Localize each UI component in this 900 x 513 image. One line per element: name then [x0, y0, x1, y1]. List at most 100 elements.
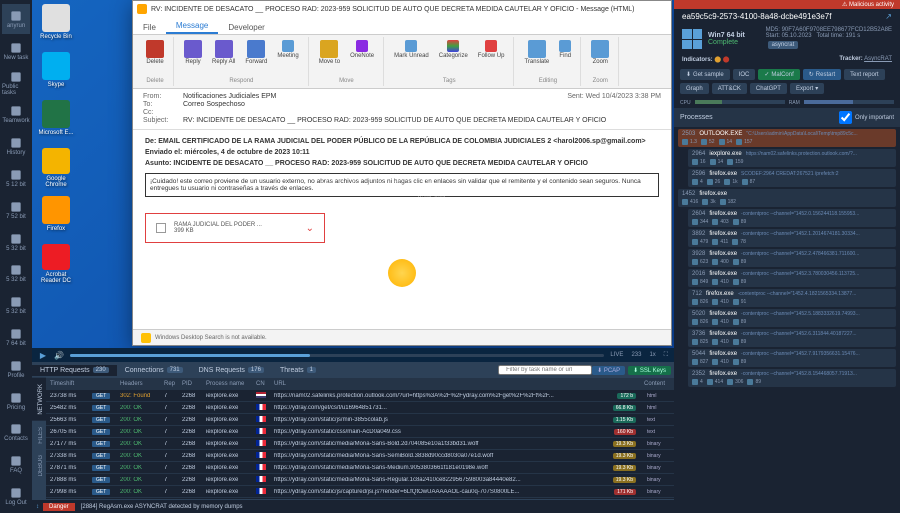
chevron-down-icon[interactable]: ⌄ — [306, 223, 314, 234]
process-item[interactable]: 2352firefox.exe-contentproc --channel="1… — [688, 369, 896, 387]
malicious-badge: ⚠ Malicious activity — [674, 0, 900, 9]
sidebar-item-pricing[interactable]: Pricing — [2, 386, 30, 416]
network-row[interactable]: 27888 msGET200: OK72268iexplore.exehttps… — [46, 474, 674, 486]
tag-asyncrat[interactable]: asyncrat — [768, 41, 799, 49]
sidebar-item-5-32-bit[interactable]: 5 32 bit — [2, 259, 30, 289]
tab-file[interactable]: File — [133, 21, 166, 34]
reply-button[interactable]: Reply — [181, 39, 205, 66]
process-item[interactable]: 2016firefox.exe-contentproc --channel="1… — [688, 269, 896, 287]
network-row[interactable]: 25482 msGET200: OK72268iexplore.exehttps… — [46, 402, 674, 414]
tab-connections[interactable]: Connections731 — [117, 365, 191, 376]
sidebar-item-anyrun[interactable]: anyrun — [2, 4, 30, 34]
processes-header: Processes Only important — [674, 108, 900, 127]
process-item[interactable]: 5020firefox.exe-contentproc --channel="1… — [688, 309, 896, 327]
malconf-button[interactable]: ✓ MalConf — [758, 69, 799, 80]
restart-button[interactable]: ↻ Restart — [803, 69, 841, 80]
process-item[interactable]: 2596firefox.exeSCODEF:2964 CREDAT:267521… — [688, 169, 896, 187]
sidebar-item-new-task[interactable]: New task — [2, 36, 30, 66]
play-button[interactable]: ▶ — [38, 350, 48, 360]
fullscreen-button[interactable]: ⛶ — [664, 352, 668, 359]
volume-button[interactable]: 🔊 — [54, 350, 64, 360]
media-bar: ▶ 🔊 LIVE 233 1x ⛶ — [32, 348, 674, 362]
onenote-button[interactable]: OneNote — [347, 39, 377, 66]
network-row[interactable]: 25663 msGET200: OK72268iexplore.exehttps… — [46, 414, 674, 426]
meeting-button[interactable]: Meeting — [274, 39, 301, 66]
mark-unread-button[interactable]: Mark Unread — [391, 39, 432, 60]
followup-button[interactable]: Follow Up — [475, 39, 508, 60]
only-important-checkbox[interactable] — [839, 111, 852, 124]
process-item[interactable]: 3928firefox.exe-contentproc --channel="1… — [688, 249, 896, 267]
tab-message[interactable]: Message — [166, 19, 218, 34]
vertical-tabs: NETWORK FILES DEBUG — [32, 378, 46, 499]
danger-badge: Danger — [43, 503, 75, 511]
network-row[interactable]: 23738 msGET302: Found72268iexplore.exeht… — [46, 390, 674, 402]
sidebar-item-faq[interactable]: FAQ — [2, 449, 30, 479]
process-item[interactable]: 2503OUTLOOK.EXE"C:\Users\admin\AppData\L… — [678, 129, 896, 147]
process-item[interactable]: 2604firefox.exe-contentproc --channel="1… — [688, 209, 896, 227]
process-item[interactable]: 2964iexplore.exehttps://nam02.safelinks.… — [688, 149, 896, 167]
desktop-icon-firefox[interactable]: Firefox — [36, 196, 76, 236]
graph-button[interactable]: Graph — [680, 83, 709, 94]
sidebar-item-teamwork[interactable]: Teamwork — [2, 99, 30, 129]
vtab-files[interactable]: FILES — [32, 421, 46, 450]
ribbon-group-move: Move to OneNote Move — [310, 37, 384, 86]
network-row[interactable]: 27998 msGET200: OK72268iexplore.exehttps… — [46, 486, 674, 498]
pcap-button[interactable]: ⬇ PCAP — [592, 366, 625, 375]
translate-button[interactable]: Translate — [521, 39, 552, 66]
export-button[interactable]: Export ▾ — [790, 83, 824, 94]
ioc-button[interactable]: IOC — [733, 69, 756, 80]
find-button[interactable]: Find — [556, 39, 574, 66]
process-item[interactable]: 1452firefox.exe4163k182 — [678, 189, 896, 207]
vtab-network[interactable]: NETWORK — [32, 378, 46, 421]
network-row[interactable]: 27177 msGET200: OK72268iexplore.exehttps… — [46, 438, 674, 450]
categorize-button[interactable]: Categorize — [436, 39, 471, 60]
attck-button[interactable]: ATT&CK — [712, 83, 747, 94]
sidebar-item-profile[interactable]: Profile — [2, 354, 30, 384]
forward-button[interactable]: Forward — [242, 39, 270, 66]
tab-dns-requests[interactable]: DNS Requests176 — [191, 365, 272, 376]
ribbon-group-editing: Translate Find Editing — [515, 37, 581, 86]
process-item[interactable]: 5044firefox.exe-contentproc --channel="1… — [688, 349, 896, 367]
sidebar-item-history[interactable]: History — [2, 131, 30, 161]
outlook-titlebar[interactable]: RV: INCIDENTE DE DESACATO __ PROCESO RAD… — [133, 1, 671, 17]
attachment-box[interactable]: RAMA JUDICIAL DEL PODER ...399 KB ⌄ — [145, 213, 325, 243]
network-row[interactable]: 26705 msGET200: OK72268iexplore.exehttps… — [46, 426, 674, 438]
task-sha: ea59c5c9-2573-4100-8a48-dcbe491e3e7f ↗ — [674, 9, 900, 24]
progress-bar[interactable] — [70, 354, 604, 357]
tab-developer[interactable]: Developer — [218, 21, 274, 34]
sidebar-item-7-52-bit[interactable]: 7 52 bit — [2, 195, 30, 225]
process-item[interactable]: 3736firefox.exe-contentproc --channel="1… — [688, 329, 896, 347]
desktop-icon-recycle-bin[interactable]: Recycle Bin — [36, 4, 76, 44]
process-item[interactable]: 3892firefox.exe-contentproc --channel="1… — [688, 229, 896, 247]
vtab-debug[interactable]: DEBUG — [32, 449, 46, 482]
sidebar-item-log-out[interactable]: Log Out — [2, 481, 30, 511]
zoom-button[interactable]: Zoom — [588, 39, 612, 66]
tab-threats[interactable]: Threats1 — [272, 365, 324, 376]
delete-button[interactable]: Delete — [143, 39, 167, 66]
share-icon[interactable]: ↗ — [885, 12, 892, 21]
alert-text: [2884] RegAsm.exe ASYNCRAT detected by m… — [75, 504, 249, 510]
expand-icon[interactable]: ↕ — [32, 504, 43, 510]
process-item[interactable]: 712firefox.exe-contentproc --channel="14… — [688, 289, 896, 307]
sidebar-item-5-32-bit[interactable]: 5 32 bit — [2, 290, 30, 320]
text-report-button[interactable]: Text report — [844, 69, 884, 80]
network-row[interactable]: 27338 msGET200: OK72268iexplore.exehttps… — [46, 450, 674, 462]
network-row[interactable]: 27871 msGET200: OK72268iexplore.exehttps… — [46, 462, 674, 474]
sidebar-item-5-12-bit[interactable]: 5 12 bit — [2, 163, 30, 193]
sidebar-item-5-32-bit[interactable]: 5 32 bit — [2, 227, 30, 257]
reply-all-button[interactable]: Reply All — [209, 39, 238, 66]
move-button[interactable]: Move to — [316, 39, 343, 66]
desktop-icon-google-chrome[interactable]: Google Chrome — [36, 148, 76, 188]
ssl-keys-button[interactable]: ⬇ SSL Keys — [628, 366, 671, 375]
sidebar-item-7-64-bit[interactable]: 7 64 bit — [2, 322, 30, 352]
from-value: Notificaciones Judiciales EPM — [183, 93, 567, 100]
chatgpt-button[interactable]: ChatGPT — [750, 83, 787, 94]
desktop-icon-skype[interactable]: Skype — [36, 52, 76, 92]
sidebar-item-contacts[interactable]: Contacts — [2, 418, 30, 448]
sidebar-item-public-tasks[interactable]: Public tasks — [2, 68, 30, 98]
desktop-icon-acrobat-reader-dc[interactable]: Acrobat Reader DC — [36, 244, 76, 284]
filter-input[interactable] — [498, 365, 592, 375]
tab-http-requests[interactable]: HTTP Requests230 — [32, 365, 117, 376]
get-sample-button[interactable]: ⬇ Get sample — [680, 69, 730, 80]
desktop-icon-microsoft-e...[interactable]: Microsoft E... — [36, 100, 76, 140]
